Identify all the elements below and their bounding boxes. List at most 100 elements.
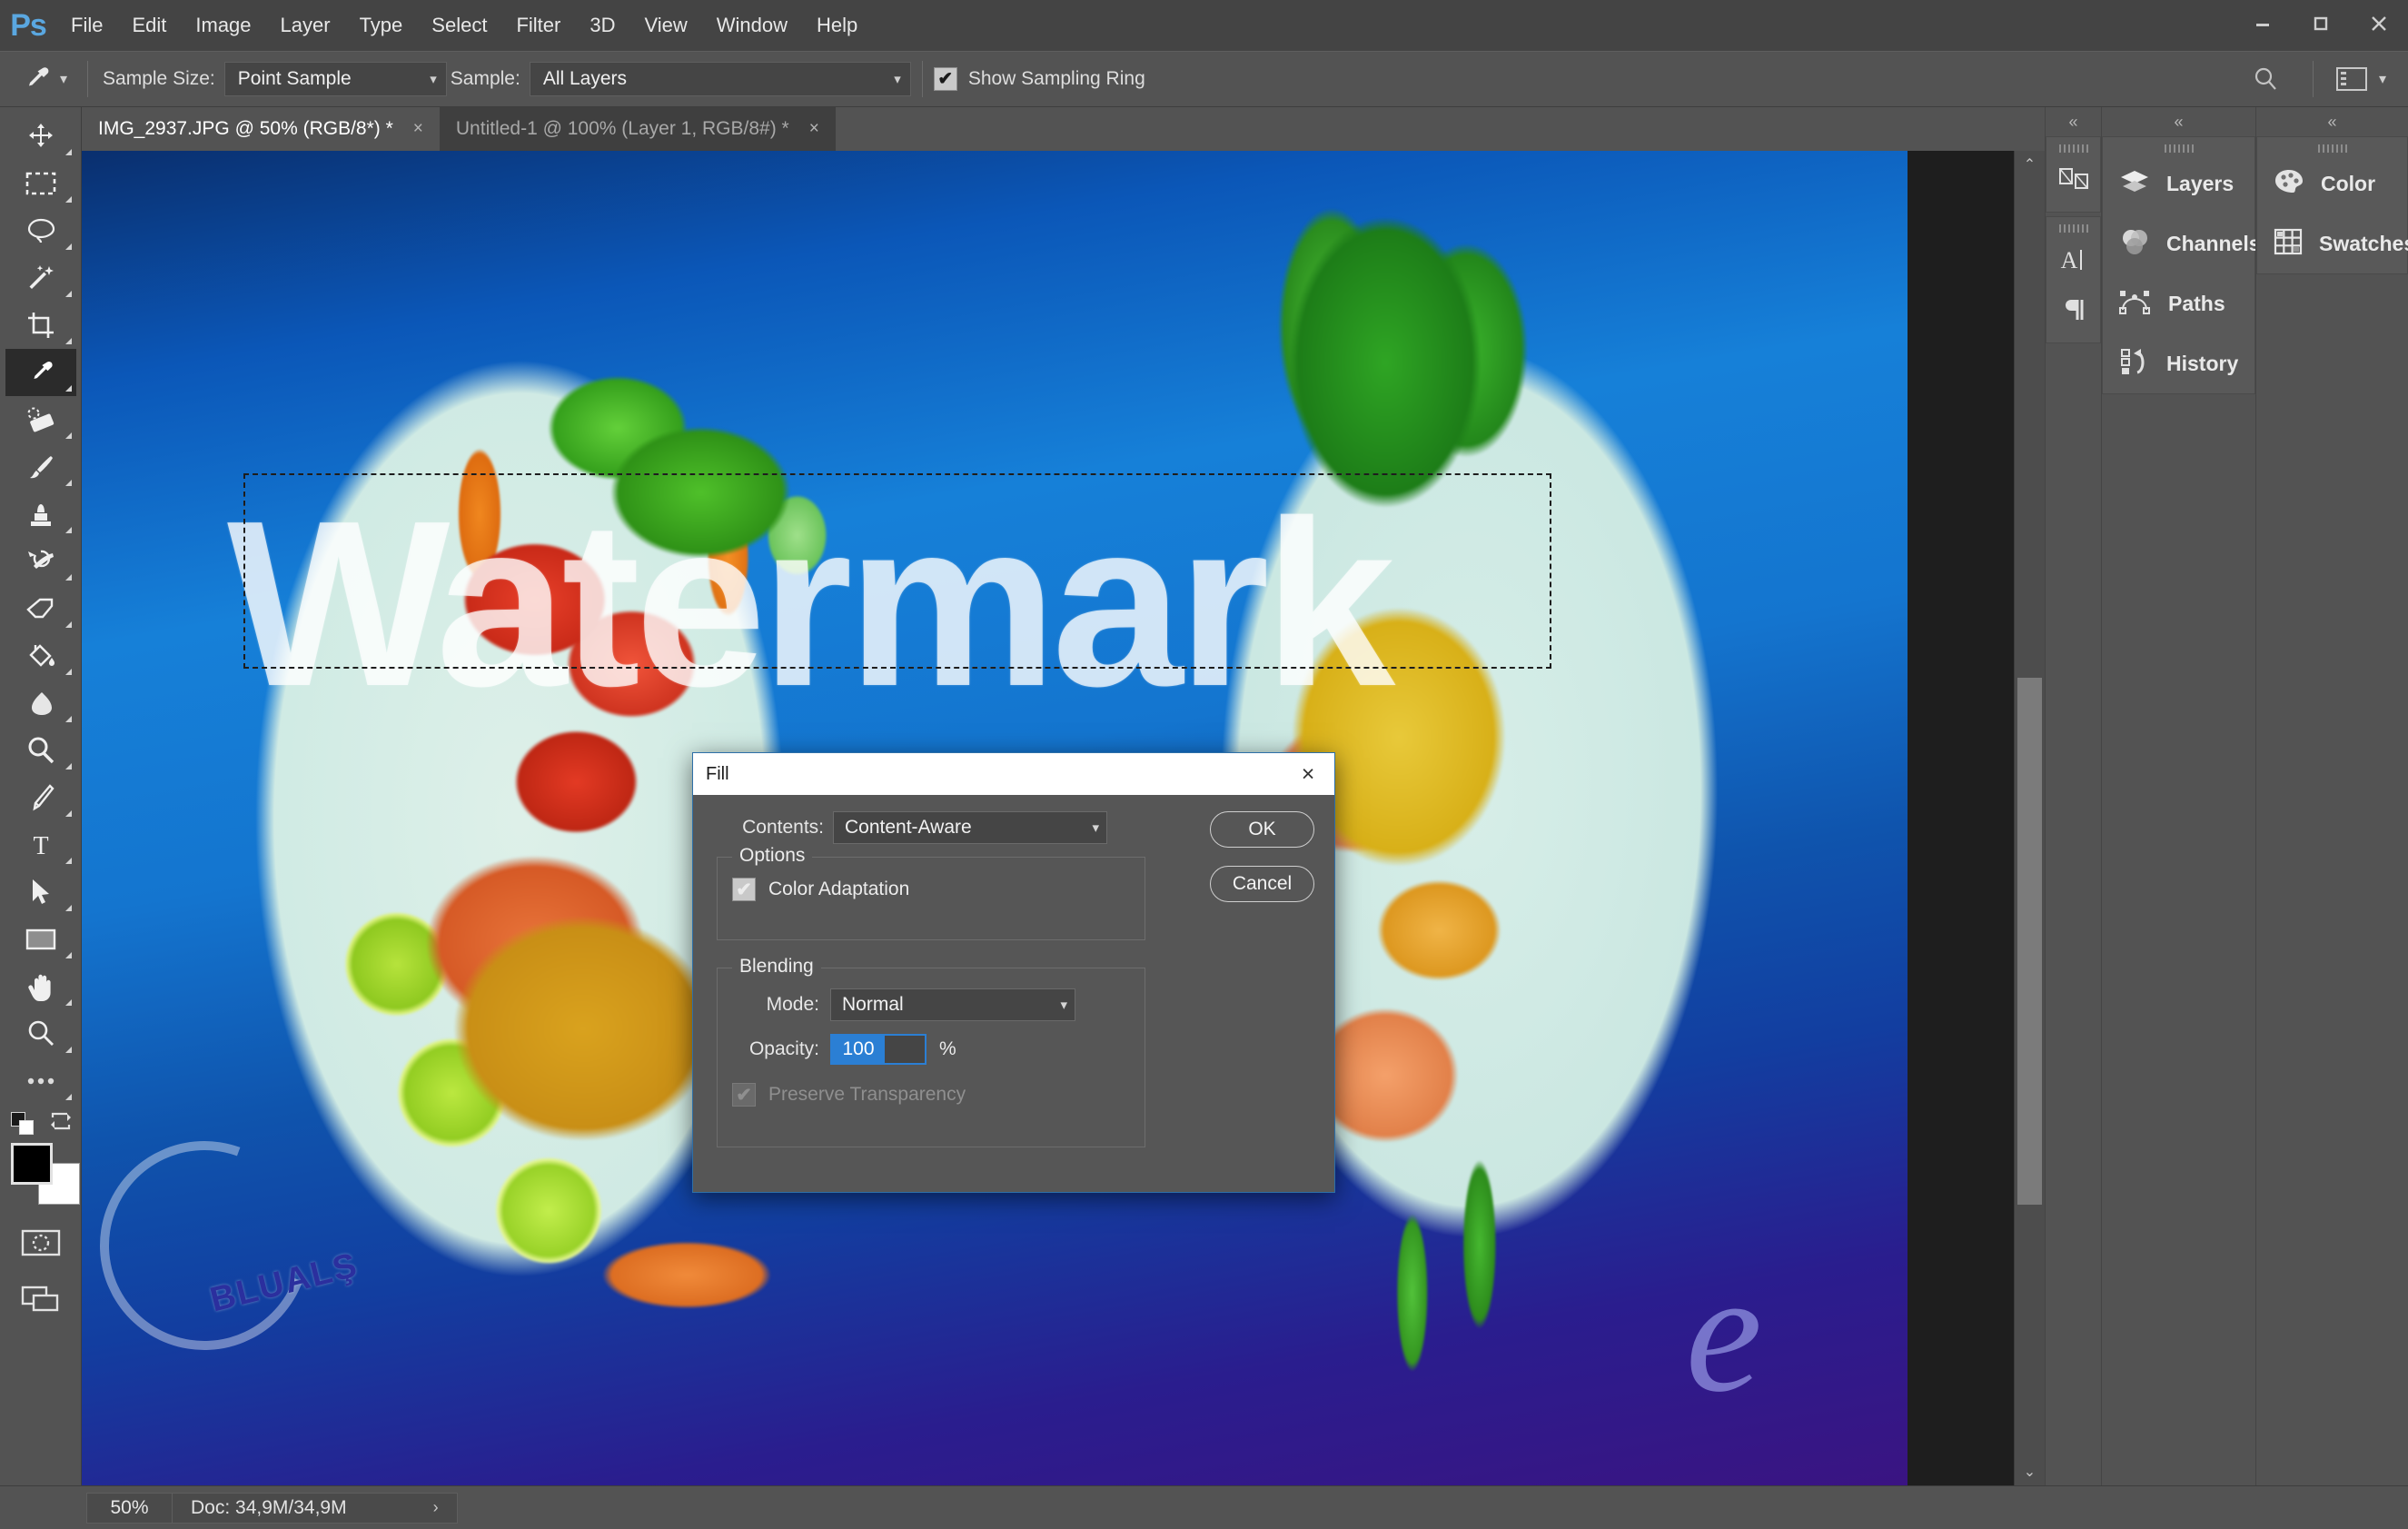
tablecloth-letter: e bbox=[1685, 1237, 1762, 1428]
pen-tool[interactable] bbox=[5, 774, 76, 821]
minimize-icon[interactable] bbox=[2234, 0, 2292, 47]
dodge-tool[interactable] bbox=[5, 727, 76, 774]
vertical-scroll-thumb[interactable] bbox=[2017, 678, 2042, 1205]
mode-value: Normal bbox=[842, 994, 904, 1015]
blending-fieldset: Blending Mode: Normal ▾ Opacity: 100 % ✔… bbox=[717, 956, 1145, 1147]
photoshop-logo: Ps bbox=[10, 7, 47, 43]
panel-grip[interactable] bbox=[2046, 137, 2100, 154]
crop-tool[interactable] bbox=[5, 302, 76, 349]
collapse-panels-icon-3[interactable]: « bbox=[2256, 107, 2408, 136]
workspace-chevron-icon[interactable]: ▾ bbox=[2379, 70, 2386, 88]
color-adaptation-checkbox[interactable]: ✔ bbox=[732, 878, 756, 901]
eyedropper-icon[interactable] bbox=[13, 51, 60, 107]
menu-layer[interactable]: Layer bbox=[266, 0, 345, 51]
color-palette-icon bbox=[2274, 168, 2304, 200]
svg-text:A: A bbox=[2061, 247, 2078, 273]
vertical-scrollbar[interactable]: ⌃ ⌄ bbox=[2014, 151, 2045, 1485]
magic-wand-tool[interactable] bbox=[5, 254, 76, 302]
ok-button[interactable]: OK bbox=[1210, 811, 1314, 848]
eyedropper-tool[interactable] bbox=[5, 349, 76, 396]
menu-edit[interactable]: Edit bbox=[117, 0, 181, 51]
rectangular-marquee-tool[interactable] bbox=[5, 160, 76, 207]
color-adaptation-row[interactable]: ✔ Color Adaptation bbox=[732, 878, 1130, 901]
hand-tool[interactable] bbox=[5, 963, 76, 1010]
path-selection-tool[interactable] bbox=[5, 869, 76, 916]
close-icon[interactable] bbox=[2350, 0, 2408, 47]
panel-tab-history[interactable]: History bbox=[2103, 333, 2254, 393]
panel-tab-swatches[interactable]: Swatches bbox=[2257, 213, 2408, 273]
menu-file[interactable]: File bbox=[56, 0, 117, 51]
blur-tool[interactable] bbox=[5, 680, 76, 727]
swap-colors-icon[interactable] bbox=[49, 1110, 73, 1137]
foreground-color-swatch[interactable] bbox=[10, 1143, 53, 1185]
show-sampling-ring-checkbox[interactable]: ✔ bbox=[933, 67, 957, 91]
preserve-transparency-checkbox[interactable]: ✔ bbox=[732, 1083, 756, 1107]
zoom-level-field[interactable]: 50% bbox=[86, 1492, 173, 1524]
sample-size-select[interactable]: Point Sample ▾ bbox=[223, 62, 447, 96]
collapse-panels-icon[interactable]: « bbox=[2046, 107, 2101, 136]
brush-tool[interactable] bbox=[5, 443, 76, 491]
panel-tab-color[interactable]: Color bbox=[2257, 154, 2407, 213]
panel-grip[interactable] bbox=[2257, 137, 2407, 154]
menu-filter[interactable]: Filter bbox=[501, 0, 575, 51]
menu-image[interactable]: Image bbox=[181, 0, 265, 51]
options-bar-right: ▾ bbox=[2229, 61, 2408, 97]
sample-select[interactable]: All Layers ▾ bbox=[529, 62, 911, 96]
rectangle-tool[interactable] bbox=[5, 916, 76, 963]
clone-stamp-tool[interactable] bbox=[5, 491, 76, 538]
options-bar: ▾ Sample Size: Point Sample ▾ Sample: Al… bbox=[0, 51, 2408, 107]
quick-mask-icon[interactable] bbox=[5, 1219, 76, 1266]
contents-select[interactable]: Content-Aware ▾ bbox=[833, 811, 1107, 844]
menu-view[interactable]: View bbox=[629, 0, 701, 51]
type-tool[interactable]: T bbox=[5, 821, 76, 869]
menu-window[interactable]: Window bbox=[702, 0, 802, 51]
panel-grip[interactable] bbox=[2103, 137, 2254, 154]
panel-tab-paths[interactable]: Paths bbox=[2103, 273, 2254, 333]
panel-tab-channels[interactable]: Channels bbox=[2103, 213, 2261, 273]
selection-marquee[interactable] bbox=[243, 473, 1551, 669]
paragraph-icon[interactable] bbox=[2046, 284, 2101, 335]
menu-select[interactable]: Select bbox=[417, 0, 501, 51]
tool-preset-chevron-icon[interactable]: ▾ bbox=[60, 70, 67, 88]
workspace-icon[interactable] bbox=[2324, 67, 2379, 91]
menu-help[interactable]: Help bbox=[802, 0, 872, 51]
panel-label: Paths bbox=[2168, 291, 2225, 315]
scroll-up-icon[interactable]: ⌃ bbox=[2015, 151, 2045, 178]
cancel-button[interactable]: Cancel bbox=[1210, 866, 1314, 902]
spot-healing-brush-tool[interactable] bbox=[5, 396, 76, 443]
edit-toolbar-tool[interactable] bbox=[5, 1057, 76, 1105]
paint-bucket-tool[interactable] bbox=[5, 632, 76, 680]
menu-3d[interactable]: 3D bbox=[575, 0, 629, 51]
dialog-title-bar: Fill × bbox=[693, 753, 1334, 795]
lasso-tool[interactable] bbox=[5, 207, 76, 254]
tab-img-2937[interactable]: IMG_2937.JPG @ 50% (RGB/8*) * × bbox=[82, 107, 440, 151]
libraries-icon[interactable] bbox=[2046, 154, 2101, 204]
paths-icon bbox=[2119, 288, 2152, 320]
layers-panel-group: Layers Channels Paths History bbox=[2102, 136, 2261, 394]
show-sampling-ring-row[interactable]: ✔ Show Sampling Ring bbox=[933, 67, 1145, 91]
collapse-panels-icon-2[interactable]: « bbox=[2102, 107, 2255, 136]
status-expand-icon[interactable]: › bbox=[433, 1498, 439, 1517]
history-brush-tool[interactable] bbox=[5, 538, 76, 585]
zoom-tool[interactable] bbox=[5, 1010, 76, 1057]
maximize-icon[interactable] bbox=[2292, 0, 2350, 47]
document-info[interactable]: Doc: 34,9M/34,9M › bbox=[173, 1492, 458, 1524]
opacity-input[interactable]: 100 bbox=[830, 1034, 927, 1065]
scroll-down-icon[interactable]: ⌄ bbox=[2015, 1458, 2045, 1485]
mode-select[interactable]: Normal ▾ bbox=[830, 988, 1075, 1021]
screen-mode-icon[interactable] bbox=[5, 1276, 76, 1323]
search-icon[interactable] bbox=[2229, 65, 2302, 94]
character-icon[interactable]: A bbox=[2046, 233, 2101, 284]
default-colors-icon[interactable] bbox=[10, 1112, 35, 1136]
menu-type[interactable]: Type bbox=[345, 0, 418, 51]
move-tool[interactable] bbox=[5, 113, 76, 160]
tab-untitled-1[interactable]: Untitled-1 @ 100% (Layer 1, RGB/8#) * × bbox=[439, 107, 836, 151]
panel-grip[interactable] bbox=[2046, 217, 2100, 233]
panel-tab-layers[interactable]: Layers bbox=[2103, 154, 2254, 213]
tab-close-icon[interactable]: × bbox=[809, 119, 819, 139]
fill-dialog[interactable]: Fill × Contents: Content-Aware ▾ OK Canc… bbox=[692, 752, 1335, 1193]
preserve-transparency-row[interactable]: ✔ Preserve Transparency bbox=[732, 1083, 1130, 1107]
dialog-close-icon[interactable]: × bbox=[1293, 761, 1323, 788]
tab-close-icon[interactable]: × bbox=[413, 119, 423, 139]
eraser-tool[interactable] bbox=[5, 585, 76, 632]
